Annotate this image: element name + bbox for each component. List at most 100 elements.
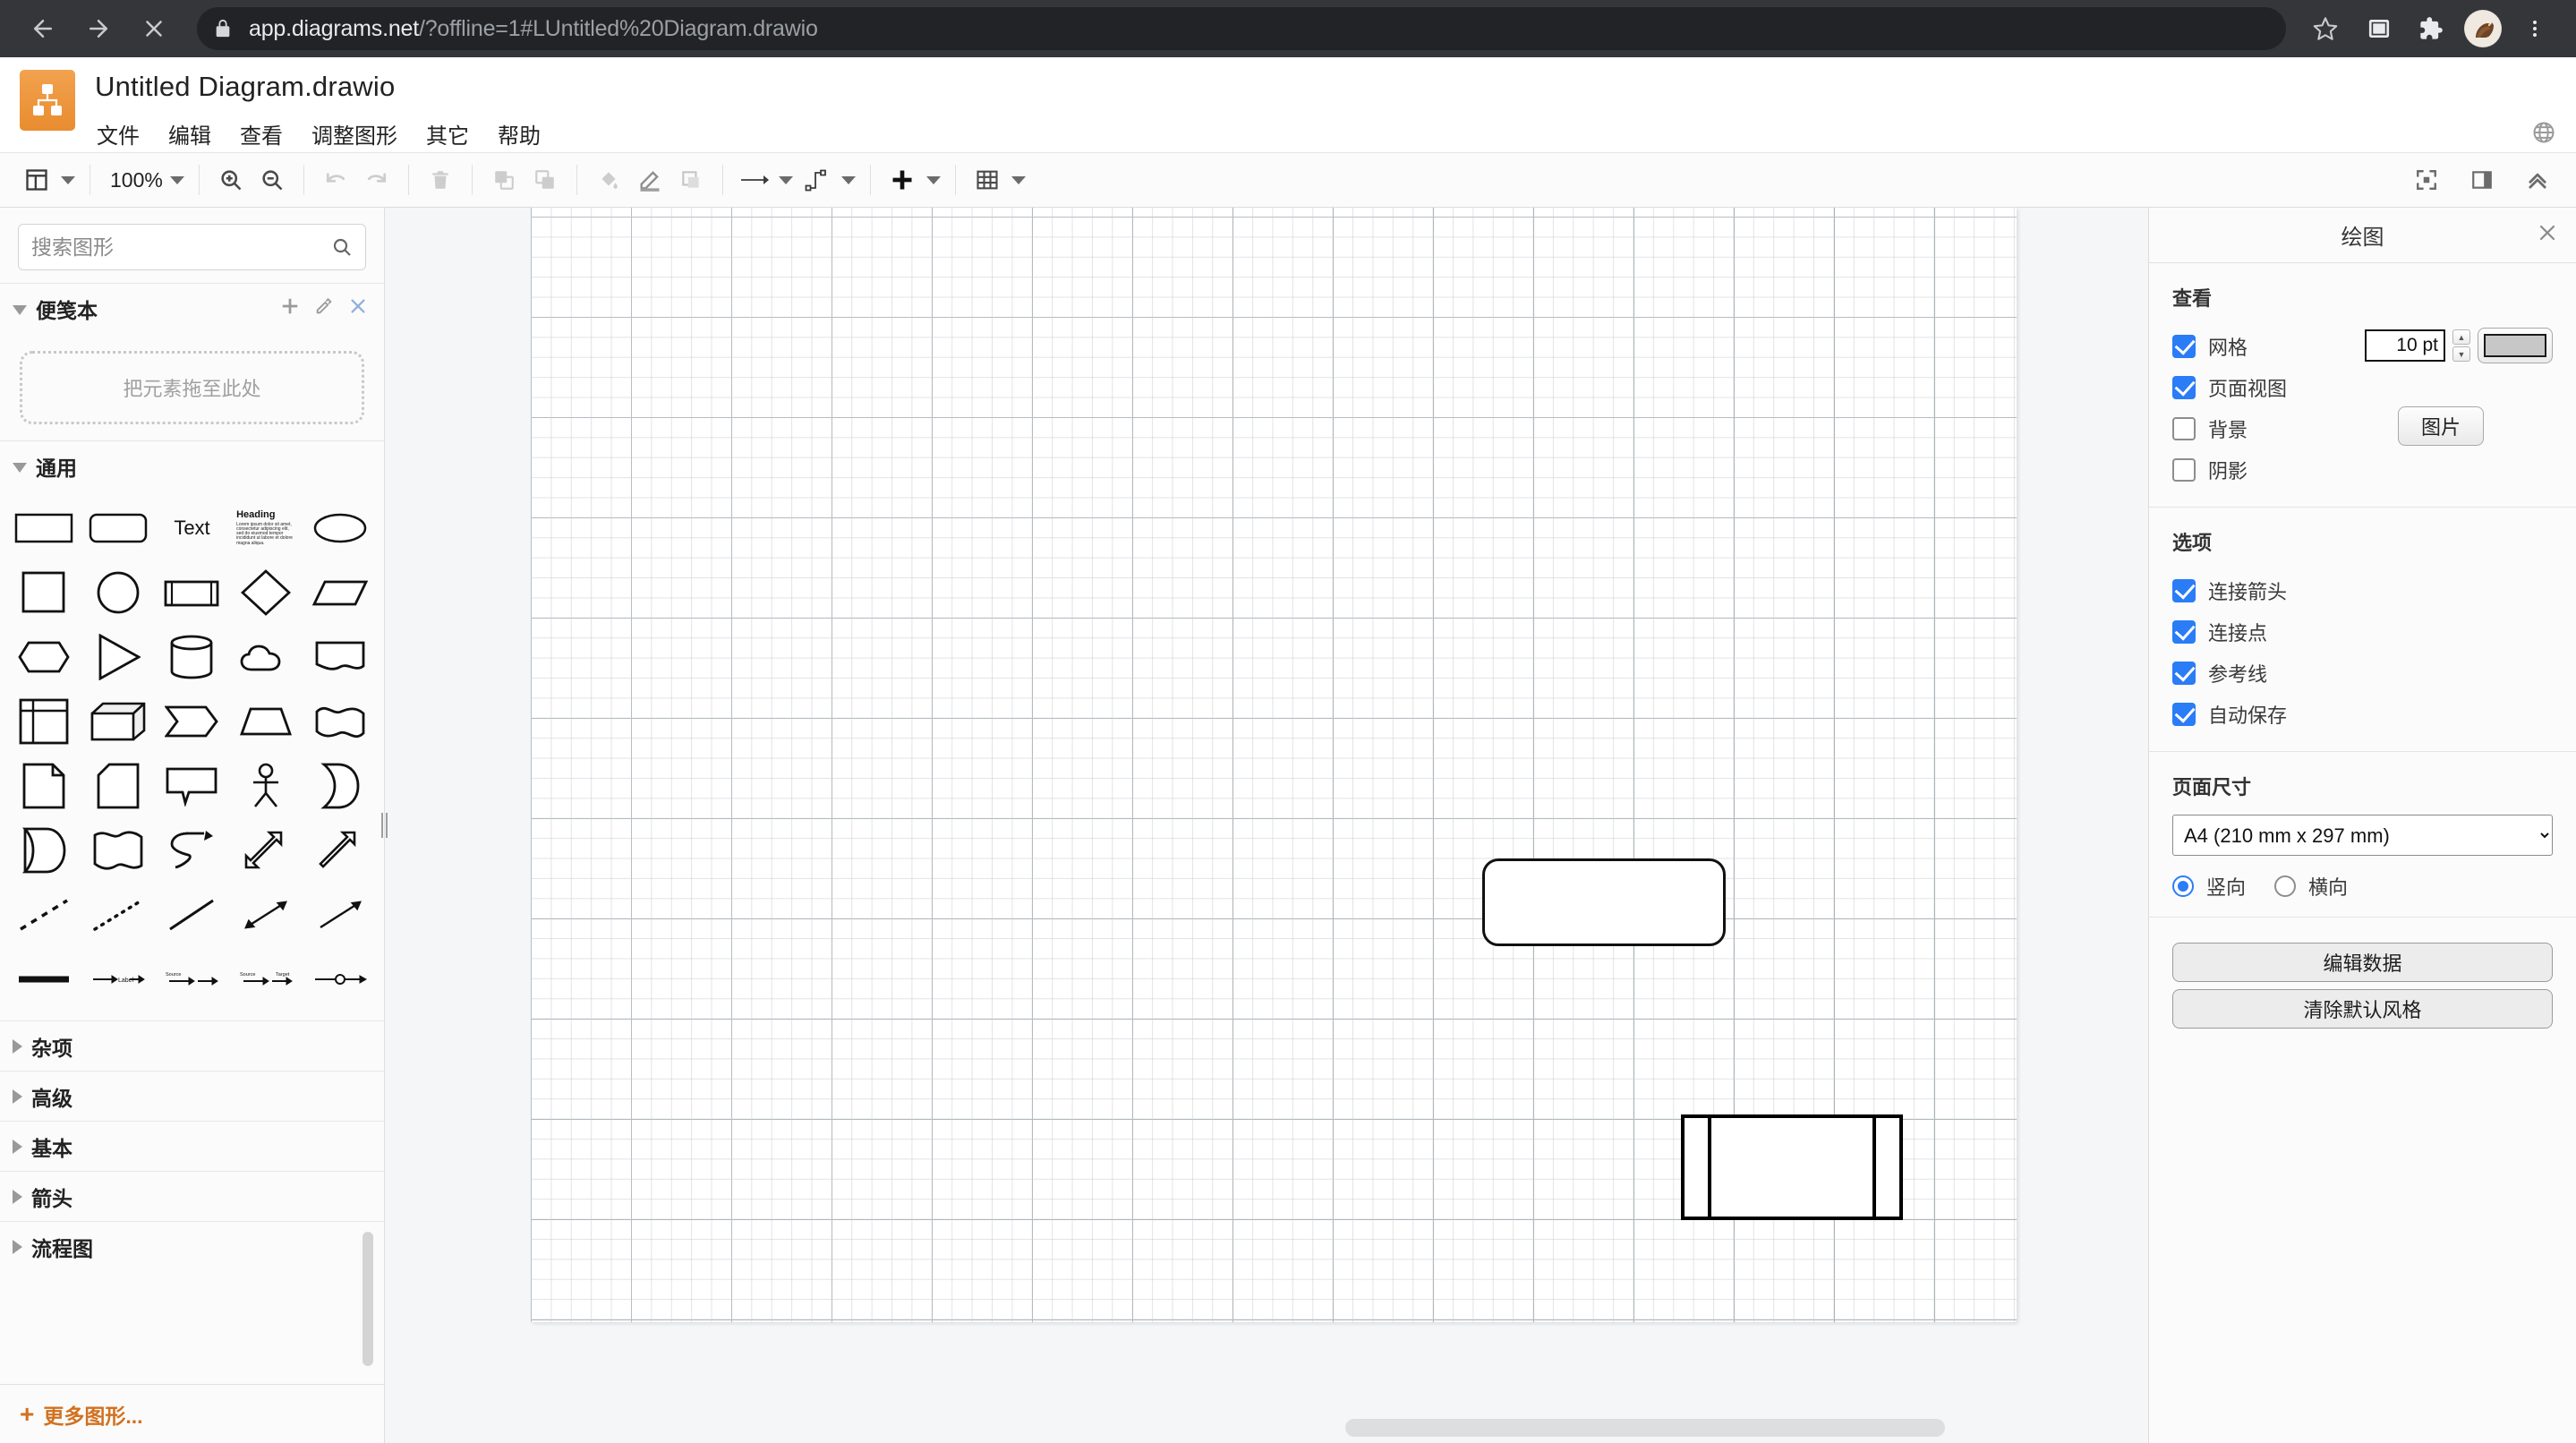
zoom-level-label[interactable]: 100% bbox=[101, 168, 166, 192]
canvas-horizontal-scrollbar[interactable] bbox=[1345, 1419, 1945, 1437]
zoom-in-icon[interactable] bbox=[210, 158, 252, 201]
page-view-checkbox[interactable] bbox=[2172, 376, 2196, 399]
grid-checkbox[interactable] bbox=[2172, 335, 2196, 358]
section-advanced[interactable]: 高级 bbox=[0, 1071, 384, 1121]
insert-plus-icon[interactable] bbox=[882, 158, 923, 201]
waypoints-caret-icon[interactable] bbox=[840, 175, 856, 184]
shape-triangle[interactable] bbox=[81, 628, 156, 686]
shape-card[interactable] bbox=[81, 757, 156, 815]
shape-circle-link-arrow[interactable] bbox=[303, 951, 377, 1008]
fullscreen-icon[interactable] bbox=[2406, 158, 2447, 201]
process-shape[interactable] bbox=[1681, 1114, 1903, 1220]
forward-arrow-icon[interactable] bbox=[73, 4, 124, 54]
table-caret-icon[interactable] bbox=[1011, 175, 1026, 184]
shape-document[interactable] bbox=[303, 628, 377, 686]
shape-rectangle[interactable] bbox=[7, 500, 81, 557]
scratchpad-dropzone[interactable]: 把元素拖至此处 bbox=[20, 351, 364, 424]
page-sheet[interactable] bbox=[531, 208, 2017, 1322]
paper-size-select[interactable]: A4 (210 mm x 297 mm) bbox=[2172, 815, 2553, 856]
view-layout-caret-icon[interactable] bbox=[61, 175, 75, 184]
search-input[interactable] bbox=[31, 235, 331, 260]
stepper-up-icon[interactable]: ▲ bbox=[2452, 329, 2470, 345]
shape-cube[interactable] bbox=[81, 693, 156, 750]
portrait-radio[interactable] bbox=[2172, 875, 2194, 897]
landscape-radio[interactable] bbox=[2274, 875, 2297, 897]
search-icon[interactable] bbox=[331, 236, 353, 258]
grid-size-input[interactable]: 10 pt bbox=[2365, 329, 2445, 362]
trash-icon[interactable] bbox=[420, 158, 461, 201]
shape-plain-line[interactable] bbox=[155, 886, 229, 944]
send-to-back-icon[interactable] bbox=[525, 158, 566, 201]
profile-avatar-icon[interactable] bbox=[2460, 5, 2506, 52]
shape-cylinder[interactable] bbox=[155, 628, 229, 686]
section-arrows[interactable]: 箭头 bbox=[0, 1171, 384, 1221]
more-shapes-button[interactable]: + 更多图形... bbox=[20, 1399, 143, 1430]
line-color-icon[interactable] bbox=[629, 158, 670, 201]
grid-color-button[interactable] bbox=[2478, 328, 2553, 363]
shape-actor[interactable] bbox=[229, 757, 303, 815]
insert-caret-icon[interactable] bbox=[925, 175, 941, 184]
table-grid-icon[interactable] bbox=[967, 158, 1008, 201]
shadow-checkbox[interactable] bbox=[2172, 458, 2196, 482]
shape-directional-arrow[interactable] bbox=[303, 886, 377, 944]
shape-data-storage[interactable] bbox=[7, 822, 81, 879]
sidebar-resize-handle[interactable] bbox=[380, 810, 388, 841]
plus-icon[interactable] bbox=[280, 296, 300, 320]
fill-color-icon[interactable] bbox=[588, 158, 629, 201]
shape-diamond[interactable] bbox=[229, 564, 303, 621]
waypoints-icon[interactable] bbox=[797, 158, 838, 201]
shape-callout[interactable] bbox=[155, 757, 229, 815]
back-arrow-icon[interactable] bbox=[18, 4, 68, 54]
guides-checkbox[interactable] bbox=[2172, 662, 2196, 685]
menu-arrange[interactable]: 调整图形 bbox=[310, 116, 399, 151]
connection-points-checkbox[interactable] bbox=[2172, 620, 2196, 644]
address-bar[interactable]: app.diagrams.net/?offline=1#LUntitled%20… bbox=[197, 7, 2286, 50]
shape-dotted-line[interactable] bbox=[81, 886, 156, 944]
section-general[interactable]: 通用 bbox=[0, 440, 384, 491]
shape-delay-curve[interactable] bbox=[81, 822, 156, 879]
shape-single-arrow[interactable] bbox=[303, 822, 377, 879]
menu-edit[interactable]: 编辑 bbox=[166, 116, 213, 151]
shape-tape[interactable] bbox=[303, 693, 377, 750]
menu-view[interactable]: 查看 bbox=[238, 116, 285, 151]
stepper-down-icon[interactable]: ▼ bbox=[2452, 346, 2470, 362]
shape-text[interactable]: Text bbox=[155, 500, 229, 557]
close-icon[interactable] bbox=[2537, 222, 2558, 248]
shape-process[interactable] bbox=[155, 564, 229, 621]
stop-close-icon[interactable] bbox=[129, 4, 179, 54]
bookmark-star-icon[interactable] bbox=[2300, 7, 2350, 50]
shape-textbox-heading[interactable]: Heading Lorem ipsum dolor sit amet, cons… bbox=[229, 500, 303, 557]
undo-icon[interactable] bbox=[315, 158, 356, 201]
menu-file[interactable]: 文件 bbox=[95, 116, 141, 151]
shape-bidirectional-arrow[interactable] bbox=[229, 886, 303, 944]
background-image-button[interactable]: 图片 bbox=[2398, 406, 2484, 446]
close-icon[interactable] bbox=[348, 296, 368, 320]
section-flowchart[interactable]: 流程图 bbox=[0, 1221, 384, 1271]
shape-note[interactable] bbox=[7, 757, 81, 815]
globe-icon[interactable] bbox=[2531, 120, 2556, 149]
zoom-out-icon[interactable] bbox=[252, 158, 293, 201]
shape-square[interactable] bbox=[7, 564, 81, 621]
kebab-menu-icon[interactable] bbox=[2512, 5, 2558, 52]
background-checkbox[interactable] bbox=[2172, 417, 2196, 440]
shape-ellipse[interactable] bbox=[303, 500, 377, 557]
shape-labeled-arrow[interactable]: Label bbox=[81, 951, 156, 1008]
cast-icon[interactable] bbox=[2356, 5, 2402, 52]
menu-help[interactable]: 帮助 bbox=[496, 116, 542, 151]
shape-double-arrow[interactable] bbox=[229, 822, 303, 879]
rounded-rectangle-shape[interactable] bbox=[1482, 858, 1726, 946]
connection-arrows-checkbox[interactable] bbox=[2172, 579, 2196, 602]
shape-trapezoid[interactable] bbox=[229, 693, 303, 750]
sidebar-scrollbar[interactable] bbox=[363, 1232, 373, 1366]
grid-size-stepper[interactable]: ▲ ▼ bbox=[2452, 329, 2470, 362]
shape-thick-line[interactable] bbox=[7, 951, 81, 1008]
view-layout-icon[interactable] bbox=[16, 158, 57, 201]
clear-default-style-button[interactable]: 清除默认风格 bbox=[2172, 989, 2553, 1029]
connection-caret-icon[interactable] bbox=[778, 175, 793, 184]
shape-internal-storage[interactable] bbox=[7, 693, 81, 750]
collapse-chevrons-icon[interactable] bbox=[2517, 158, 2558, 201]
autosave-checkbox[interactable] bbox=[2172, 703, 2196, 726]
section-basic[interactable]: 基本 bbox=[0, 1121, 384, 1171]
shape-source-target-label-arrow[interactable]: Source Target bbox=[229, 951, 303, 1008]
shape-circle[interactable] bbox=[81, 564, 156, 621]
